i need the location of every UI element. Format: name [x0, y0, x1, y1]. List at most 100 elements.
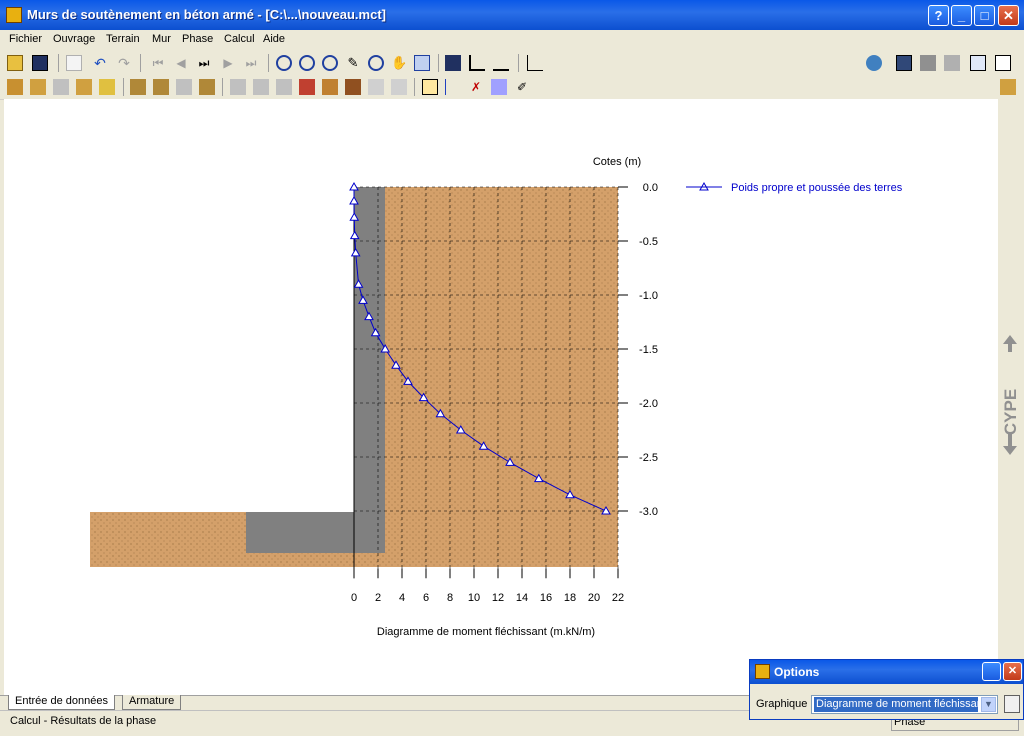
calculator-icon[interactable] — [896, 55, 912, 71]
footing3-icon[interactable] — [176, 79, 192, 95]
last-icon[interactable]: ⏭ — [243, 55, 259, 71]
y-tick-label: -2.0 — [639, 398, 658, 410]
options-title: Options — [774, 665, 820, 679]
menu-terrain[interactable]: Terrain — [106, 33, 140, 45]
axes-icon[interactable] — [469, 55, 485, 71]
menu-mur[interactable]: Mur — [152, 33, 171, 45]
series-marker — [349, 181, 359, 191]
redo-icon[interactable]: ↷ — [116, 55, 132, 71]
tab-armature[interactable]: Armature — [122, 695, 182, 710]
chart-area: 0 2 4 6 8 10 12 14 16 18 20 22 0.0 -0.5 -1.0 -1.5 -2.0 -2… — [4, 99, 998, 695]
export-icon[interactable] — [1004, 695, 1020, 713]
menu-aide[interactable]: Aide — [263, 33, 285, 45]
check-icon[interactable]: ✗ — [468, 79, 484, 95]
close-button[interactable]: ✕ — [998, 5, 1019, 26]
zoom-out-icon[interactable] — [368, 55, 384, 71]
x-tick-label: 16 — [540, 592, 552, 604]
next-icon[interactable]: ▶ — [220, 55, 236, 71]
pen-icon[interactable]: ✎ — [345, 55, 361, 71]
printer2-icon[interactable] — [944, 55, 960, 71]
report-icon[interactable] — [491, 79, 507, 95]
y-tick-label: -3.0 — [639, 506, 658, 518]
options-titlebar: Options ✕ — [750, 660, 1023, 684]
view-icon[interactable] — [414, 55, 430, 71]
chevron-down-icon[interactable]: ▼ — [981, 697, 996, 712]
arrow2-disabled-icon[interactable] — [391, 79, 407, 95]
first-icon[interactable]: ⏮ — [150, 55, 166, 71]
edit-icon[interactable]: ✐ — [514, 79, 530, 95]
graph-select[interactable]: Diagramme de moment fléchissant ▼ — [811, 695, 998, 714]
footing2-icon[interactable] — [153, 79, 169, 95]
wall-stem — [354, 187, 385, 553]
menu-phase[interactable]: Phase — [182, 33, 213, 45]
x-tick-label: 4 — [399, 592, 405, 604]
x-tick-label: 22 — [612, 592, 624, 604]
wall-color-icon[interactable] — [99, 79, 115, 95]
maximize-button[interactable]: □ — [974, 5, 995, 26]
step2-icon[interactable] — [253, 79, 269, 95]
menu-fichier[interactable]: Fichier — [9, 33, 42, 45]
previous-icon[interactable]: ◀ — [173, 55, 189, 71]
graph-icon[interactable] — [527, 55, 543, 71]
anchor-icon[interactable] — [299, 79, 315, 95]
open-folder-icon[interactable] — [7, 55, 23, 71]
jump-icon[interactable]: ⏭ — [196, 55, 212, 71]
cype-logo-text: CYPE — [1001, 389, 1020, 435]
y-tick-label: -2.5 — [639, 452, 658, 464]
rebar-icon[interactable] — [345, 79, 361, 95]
wall-layers-icon[interactable] — [76, 79, 92, 95]
step-icon[interactable] — [230, 79, 246, 95]
zoom-icon[interactable] — [276, 55, 292, 71]
text-edit-icon[interactable] — [66, 55, 82, 71]
settings-icon[interactable] — [1000, 79, 1016, 95]
wall-disabled-icon[interactable] — [53, 79, 69, 95]
y-tick-label: -1.0 — [639, 290, 658, 302]
diagram-icon[interactable] — [445, 79, 461, 95]
secondary-toolbar: ✗ ✐ — [0, 75, 1024, 100]
save-icon[interactable] — [32, 55, 48, 71]
app-icon[interactable] — [6, 7, 22, 23]
options-help-button[interactable] — [982, 662, 1001, 681]
status-text: Calcul - Résultats de la phase — [10, 715, 157, 727]
wall-terrain-icon[interactable] — [30, 79, 46, 95]
x-tick-label: 18 — [564, 592, 576, 604]
add-wall-icon[interactable] — [7, 79, 23, 95]
undo-icon[interactable]: ↶ — [92, 55, 108, 71]
wall-footing — [246, 512, 385, 553]
moment-diagram-chart: 0 2 4 6 8 10 12 14 16 18 20 22 0.0 -0.5 -1.0 -1.5 -2.0 -2… — [90, 156, 903, 638]
x-tick-label: 14 — [516, 592, 528, 604]
window-titlebar: Murs de soutènement en béton armé - [C:\… — [0, 0, 1024, 30]
window-icon[interactable] — [995, 55, 1011, 71]
options-icon — [755, 664, 770, 679]
graph-select-value: Diagramme de moment fléchissant — [814, 697, 978, 712]
main-toolbar: ↶ ↷ ⏮ ◀ ⏭ ▶ ⏭ ✎ ✋ — [0, 51, 1024, 76]
printer-icon[interactable] — [920, 55, 936, 71]
zoom-window-icon[interactable] — [299, 55, 315, 71]
menu-ouvrage[interactable]: Ouvrage — [53, 33, 95, 45]
globe-icon[interactable] — [866, 55, 882, 71]
graph-label: Graphique — [756, 698, 808, 710]
x-tick-label: 12 — [492, 592, 504, 604]
layout-icon[interactable] — [970, 55, 986, 71]
x-tick-label: 10 — [468, 592, 480, 604]
zoom-in-icon[interactable] — [322, 55, 338, 71]
arrow-disabled-icon[interactable] — [368, 79, 384, 95]
results-icon[interactable] — [422, 79, 438, 95]
print-preview-icon[interactable] — [445, 55, 461, 71]
x-tick-label: 2 — [375, 592, 381, 604]
load-icon[interactable] — [322, 79, 338, 95]
options-close-button[interactable]: ✕ — [1003, 662, 1022, 681]
menu-bar: Fichier Ouvrage Terrain Mur Phase Calcul… — [0, 30, 1024, 50]
footing-icon[interactable] — [130, 79, 146, 95]
minimize-button[interactable]: _ — [951, 5, 972, 26]
step3-icon[interactable] — [276, 79, 292, 95]
menu-calcul[interactable]: Calcul — [224, 33, 255, 45]
pan-hand-icon[interactable]: ✋ — [391, 55, 407, 71]
footing4-icon[interactable] — [199, 79, 215, 95]
tab-entree-de-donnees[interactable]: Entrée de données — [8, 695, 115, 710]
dimension-icon[interactable] — [493, 55, 509, 71]
x-tick-label: 6 — [423, 592, 429, 604]
cype-logo: CYPE — [1001, 335, 1020, 455]
help-button[interactable]: ? — [928, 5, 949, 26]
x-axis-label: Diagramme de moment fléchissant (m.kN/m) — [377, 626, 595, 638]
